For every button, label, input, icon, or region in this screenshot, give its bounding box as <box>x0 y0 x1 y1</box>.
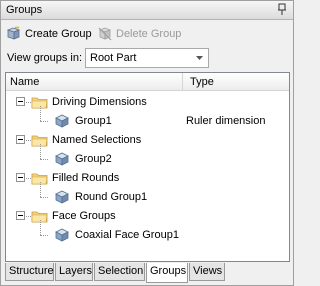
tree-group-label: Group2 <box>75 153 112 165</box>
panel-title: Groups <box>6 4 43 16</box>
tab-views[interactable]: Views <box>189 263 225 281</box>
tree-folder-row[interactable]: Named Selections <box>6 131 289 150</box>
panel-tabs: Structure Layers Selection Groups Views <box>5 263 291 283</box>
tab-groups[interactable]: Groups <box>146 263 188 283</box>
groups-tree: Name Type Driving Dimensions Group1 Ruler … <box>5 72 290 262</box>
view-groups-selected: Root Part <box>90 52 137 64</box>
tree-connector <box>40 121 48 122</box>
tree-connector <box>40 197 48 198</box>
tab-structure[interactable]: Structure <box>5 263 54 281</box>
delete-group-label: Delete Group <box>116 28 182 40</box>
groups-panel: Groups Create Group Delete Group View gr… <box>0 0 294 286</box>
column-header: Name Type <box>6 73 289 91</box>
tree-group-row[interactable]: Group2 <box>6 144 289 169</box>
create-group-label: Create Group <box>25 28 92 40</box>
create-group-icon <box>6 26 21 40</box>
tree-connector <box>40 144 41 159</box>
tree-group-row[interactable]: Round Group1 <box>6 182 289 207</box>
tree-connector <box>40 106 41 121</box>
tree-connector <box>40 182 41 197</box>
tree-group-label: Group1 <box>75 115 112 127</box>
tree-folder-label: Driving Dimensions <box>52 96 147 108</box>
collapse-icon[interactable] <box>16 135 25 144</box>
delete-group-button[interactable]: Delete Group <box>97 25 181 43</box>
tab-selection[interactable]: Selection <box>94 263 145 281</box>
toolbar: Create Group Delete Group <box>1 21 293 45</box>
tree-folder-label: Named Selections <box>52 134 142 146</box>
delete-group-icon <box>98 27 112 41</box>
pin-icon[interactable] <box>276 3 288 16</box>
tree-folder-label: Face Groups <box>52 210 116 222</box>
tree-connector <box>40 235 48 236</box>
tree-group-row[interactable]: Coaxial Face Group1 <box>6 220 289 245</box>
tree-connector <box>40 220 41 235</box>
create-group-button[interactable]: Create Group <box>6 25 92 43</box>
group-icon <box>53 151 71 167</box>
group-icon <box>53 227 71 243</box>
tree-folder-row[interactable]: Filled Rounds <box>6 169 289 188</box>
collapse-icon[interactable] <box>16 211 25 220</box>
panel-titlebar: Groups <box>1 1 293 20</box>
tree-group-type: Ruler dimension <box>186 115 266 127</box>
tab-layers[interactable]: Layers <box>55 263 93 281</box>
tree-group-row[interactable]: Group1 Ruler dimension <box>6 106 289 131</box>
tree-connector <box>40 159 48 160</box>
tree-group-label: Round Group1 <box>75 191 148 203</box>
column-name[interactable]: Name <box>6 73 183 91</box>
view-groups-select[interactable]: Root Part <box>85 48 209 68</box>
column-type[interactable]: Type <box>183 73 289 91</box>
view-groups-label: View groups in: <box>7 52 83 64</box>
collapse-icon[interactable] <box>16 97 25 106</box>
tree-folder-label: Filled Rounds <box>52 172 120 184</box>
view-groups-row: View groups in: Root Part <box>1 46 293 70</box>
group-icon <box>53 189 71 205</box>
tree-group-label: Coaxial Face Group1 <box>75 229 179 241</box>
tree-folder-row[interactable]: Face Groups <box>6 207 289 226</box>
chevron-down-icon <box>194 53 205 63</box>
tree-folder-row[interactable]: Driving Dimensions <box>6 93 289 112</box>
group-icon <box>53 113 71 129</box>
collapse-icon[interactable] <box>16 173 25 182</box>
